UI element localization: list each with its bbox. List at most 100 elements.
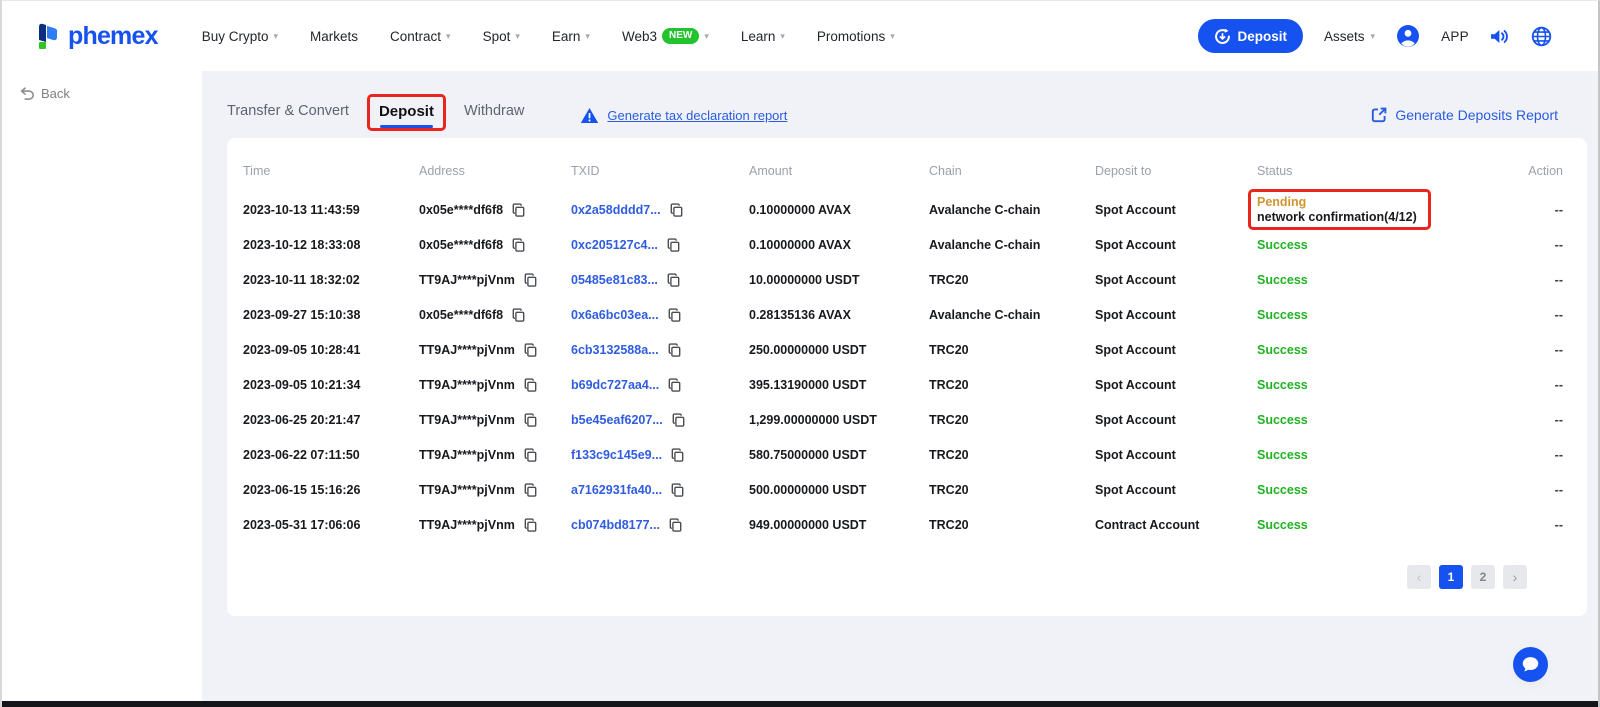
- copy-address-icon[interactable]: [524, 483, 537, 497]
- tax-report-link[interactable]: Generate tax declaration report: [580, 107, 787, 124]
- cell-amount: 0.28135136 AVAX: [749, 297, 929, 332]
- copy-txid-icon[interactable]: [670, 203, 683, 217]
- column-header-address: Address: [419, 150, 571, 192]
- txid-value-group: b69dc727aa4...: [571, 378, 741, 392]
- page-button-2[interactable]: 2: [1471, 565, 1495, 589]
- status-text: Pending: [1257, 195, 1417, 210]
- txid-link[interactable]: 0x2a58dddd7...: [571, 203, 661, 217]
- cell-action: --: [1485, 367, 1565, 402]
- copy-address-icon[interactable]: [524, 343, 537, 357]
- nav-item-label: Learn: [741, 29, 776, 44]
- profile-avatar-icon[interactable]: [1396, 24, 1420, 48]
- copy-txid-icon[interactable]: [668, 378, 681, 392]
- cell-deposit-to: Spot Account: [1095, 472, 1257, 507]
- txid-link[interactable]: b69dc727aa4...: [571, 378, 659, 392]
- page-button-1[interactable]: 1: [1439, 565, 1463, 589]
- column-header-time: Time: [243, 150, 419, 192]
- address-value-group: TT9AJ****pjVnm: [419, 448, 563, 462]
- nav-item-label: Earn: [552, 29, 581, 44]
- page-next-button[interactable]: ›: [1503, 565, 1527, 589]
- main-content: Transfer & Convert Deposit Withdraw Genera…: [202, 71, 1598, 702]
- cell-amount: 250.00000000 USDT: [749, 332, 929, 367]
- txid-link[interactable]: cb074bd8177...: [571, 518, 660, 532]
- cell-txid: 0x6a6bc03ea...: [571, 297, 749, 332]
- tax-report-link-label: Generate tax declaration report: [607, 108, 787, 123]
- back-arrow-icon: [20, 87, 35, 100]
- copy-address-icon[interactable]: [524, 273, 537, 287]
- cell-txid: f133c9c145e9...: [571, 437, 749, 472]
- tab-deposit[interactable]: Deposit: [379, 103, 434, 128]
- table-row: 2023-05-31 17:06:06TT9AJ****pjVnmcb074bd…: [243, 507, 1565, 542]
- column-header-status: Status: [1257, 150, 1485, 192]
- cell-time: 2023-06-22 07:11:50: [243, 437, 419, 472]
- txid-value-group: 0xc205127c4...: [571, 238, 741, 252]
- nav-item-spot[interactable]: Spot▾: [467, 29, 536, 44]
- copy-address-icon[interactable]: [524, 448, 537, 462]
- deposit-button[interactable]: Deposit: [1198, 19, 1304, 53]
- copy-address-icon[interactable]: [512, 238, 525, 252]
- copy-address-icon[interactable]: [524, 518, 537, 532]
- cell-address: TT9AJ****pjVnm: [419, 332, 571, 367]
- copy-txid-icon[interactable]: [668, 308, 681, 322]
- nav-item-learn[interactable]: Learn▾: [725, 29, 801, 44]
- nav-item-web3[interactable]: Web3NEW▾: [606, 28, 725, 44]
- cell-amount: 1,299.00000000 USDT: [749, 402, 929, 437]
- tab-withdraw[interactable]: Withdraw: [464, 103, 524, 127]
- copy-txid-icon[interactable]: [668, 343, 681, 357]
- copy-address-icon[interactable]: [512, 308, 525, 322]
- txid-link[interactable]: 05485e81c83...: [571, 273, 658, 287]
- txid-link[interactable]: f133c9c145e9...: [571, 448, 662, 462]
- chevron-down-icon: ▾: [704, 32, 709, 41]
- txid-link[interactable]: 0x6a6bc03ea...: [571, 308, 659, 322]
- copy-txid-icon[interactable]: [667, 238, 680, 252]
- txid-link[interactable]: a7162931fa40...: [571, 483, 662, 497]
- address-value-group: 0x05e****df6f8: [419, 308, 563, 322]
- nav-item-label: Spot: [483, 29, 511, 44]
- deposits-report-link[interactable]: Generate Deposits Report: [1371, 107, 1558, 123]
- nav-item-contract[interactable]: Contract▾: [374, 29, 467, 44]
- support-chat-button[interactable]: [1513, 647, 1548, 682]
- action-placeholder: --: [1555, 273, 1563, 287]
- language-globe-icon[interactable]: [1531, 26, 1552, 47]
- nav-item-earn[interactable]: Earn▾: [536, 29, 606, 44]
- copy-txid-icon[interactable]: [671, 483, 684, 497]
- announcement-speaker-icon[interactable]: [1490, 28, 1510, 45]
- copy-address-icon[interactable]: [512, 203, 525, 217]
- cell-address: 0x05e****df6f8: [419, 297, 571, 332]
- nav-item-label: Promotions: [817, 29, 885, 44]
- page-prev-button[interactable]: ‹: [1407, 565, 1431, 589]
- cell-chain: TRC20: [929, 472, 1095, 507]
- cell-status: Success: [1257, 367, 1485, 402]
- app-link[interactable]: APP: [1441, 29, 1469, 44]
- address-text: TT9AJ****pjVnm: [419, 343, 515, 357]
- address-value-group: TT9AJ****pjVnm: [419, 483, 563, 497]
- copy-txid-icon[interactable]: [669, 518, 682, 532]
- txid-value-group: 0x6a6bc03ea...: [571, 308, 741, 322]
- copy-address-icon[interactable]: [524, 378, 537, 392]
- assets-menu[interactable]: Assets ▾: [1324, 29, 1375, 44]
- txid-value-group: a7162931fa40...: [571, 483, 741, 497]
- cell-time: 2023-10-13 11:43:59: [243, 192, 419, 227]
- phemex-logo[interactable]: phemex: [35, 21, 158, 51]
- txid-link[interactable]: b5e45eaf6207...: [571, 413, 663, 427]
- cell-time: 2023-06-15 15:16:26: [243, 472, 419, 507]
- cell-time: 2023-09-27 15:10:38: [243, 297, 419, 332]
- tab-transfer-convert[interactable]: Transfer & Convert: [227, 103, 349, 127]
- nav-item-buy-crypto[interactable]: Buy Crypto▾: [186, 29, 294, 44]
- cell-deposit-to: Spot Account: [1095, 227, 1257, 262]
- copy-txid-icon[interactable]: [667, 273, 680, 287]
- back-button[interactable]: Back: [20, 86, 70, 101]
- action-placeholder: --: [1555, 518, 1563, 532]
- copy-address-icon[interactable]: [524, 413, 537, 427]
- nav-item-promotions[interactable]: Promotions▾: [801, 29, 911, 44]
- cell-chain: TRC20: [929, 367, 1095, 402]
- txid-link[interactable]: 0xc205127c4...: [571, 238, 658, 252]
- copy-txid-icon[interactable]: [671, 448, 684, 462]
- column-header-chain: Chain: [929, 150, 1095, 192]
- nav-item-markets[interactable]: Markets: [294, 29, 374, 44]
- cell-txid: b69dc727aa4...: [571, 367, 749, 402]
- txid-link[interactable]: 6cb3132588a...: [571, 343, 659, 357]
- txid-value-group: b5e45eaf6207...: [571, 413, 741, 427]
- copy-txid-icon[interactable]: [672, 413, 685, 427]
- address-text: 0x05e****df6f8: [419, 238, 503, 252]
